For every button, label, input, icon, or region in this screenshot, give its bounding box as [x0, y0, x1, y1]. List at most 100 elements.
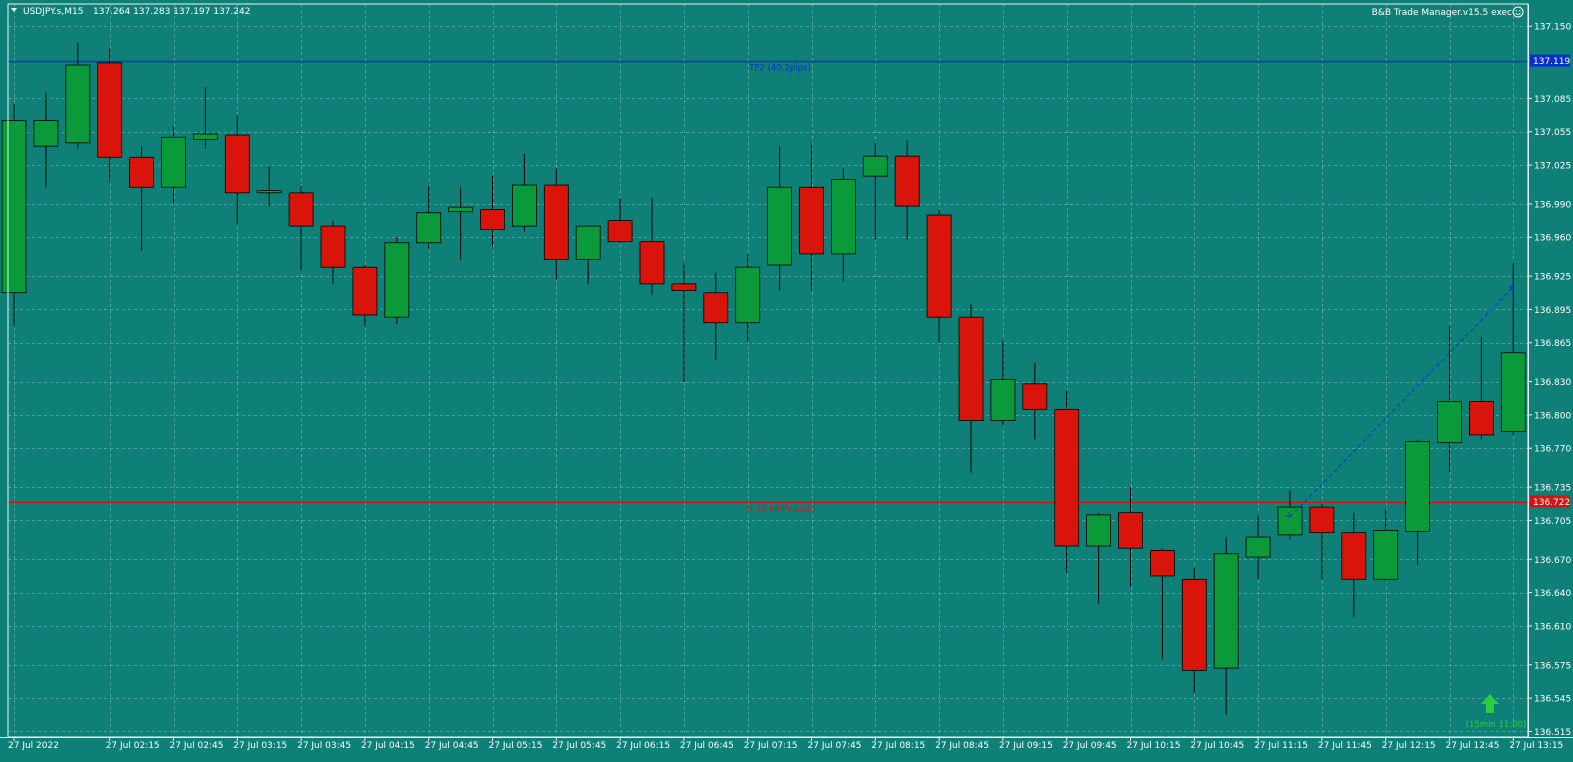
candle-body [894, 155, 920, 207]
price-tick-label: 136.545 [1534, 695, 1571, 705]
price-tick-label: 136.990 [1534, 200, 1571, 210]
time-tick-label: 27 Jul 07:15 [744, 741, 798, 751]
candle [384, 237, 410, 324]
price-tag-label: 137.119 [1533, 57, 1570, 67]
candle-body [543, 184, 569, 260]
time-tick-label: 27 Jul 04:45 [425, 741, 479, 751]
time-tick-label: 27 Jul 06:45 [680, 741, 734, 751]
candle-body [1, 120, 27, 294]
price-tick-label: 137.025 [1534, 162, 1571, 172]
time-tick-label: 27 Jul 07:45 [808, 741, 862, 751]
candle-body [320, 225, 346, 268]
candle-body [1022, 383, 1048, 410]
candle-body [161, 136, 186, 188]
candle-body [735, 266, 761, 324]
candle [1, 103, 27, 327]
time-tick-label: 27 Jul 12:45 [1446, 741, 1500, 751]
candle-body [97, 62, 123, 158]
candle-body [862, 155, 888, 177]
price-tick-label: 136.735 [1534, 484, 1571, 494]
time-tick-label: 27 Jul 06:15 [616, 741, 670, 751]
price-tick-label: 136.865 [1534, 339, 1571, 349]
price-tick-label: 137.085 [1534, 95, 1571, 105]
candle-body [33, 120, 59, 147]
time-tick-label: 27 Jul 08:15 [871, 741, 925, 751]
candle-body [1405, 441, 1430, 532]
time-tick-label: 27 Jul 03:45 [297, 741, 351, 751]
candle [1054, 390, 1080, 573]
price-tick-label: 136.925 [1534, 273, 1571, 283]
candle-body [288, 192, 314, 227]
candle-body [1341, 532, 1367, 580]
candle-body [352, 266, 378, 316]
signal-label: (15min 11:00) [1466, 720, 1527, 730]
tp-level-label: TP2 (40.2pips) [748, 64, 811, 74]
candle-body [1245, 536, 1271, 558]
chart-background [0, 0, 1573, 762]
candle-body [65, 64, 91, 144]
candle-body [192, 133, 218, 140]
candle-body [639, 241, 665, 285]
time-tick-label: 27 Jul 11:15 [1254, 741, 1308, 751]
candle-body [990, 378, 1016, 421]
candle-body [831, 179, 856, 255]
candle-body [799, 186, 824, 255]
candle-body [575, 225, 601, 260]
candle-body [129, 156, 155, 188]
candle-body [224, 134, 250, 194]
candle-body [1213, 553, 1239, 669]
price-tick-label: 136.705 [1534, 517, 1571, 527]
candle-body [1150, 550, 1175, 577]
time-tick-label: 27 Jul 2022 [8, 741, 59, 751]
time-tick-label: 27 Jul 02:15 [106, 741, 160, 751]
price-chart[interactable]: TP2 (40.2pips) SL (0.6PIPs pips) USDJPY.s… [0, 0, 1573, 762]
time-tick-label: 27 Jul 03:15 [233, 741, 287, 751]
candle-body [671, 283, 697, 291]
time-tick-label: 27 Jul 05:45 [552, 741, 606, 751]
candle-body [480, 209, 505, 230]
price-tick-label: 136.610 [1534, 622, 1571, 632]
candle-body [1054, 408, 1080, 547]
candle-body [1373, 530, 1399, 580]
candle-body [1437, 401, 1462, 444]
time-tick-label: 27 Jul 04:15 [361, 741, 415, 751]
ohlc-values: 137.264 137.283 137.197 137.242 [93, 7, 250, 17]
candle-body [1500, 352, 1526, 432]
candle-body [1309, 506, 1335, 534]
candle-body [767, 186, 792, 266]
price-tick-label: 137.055 [1534, 128, 1571, 138]
expert-label[interactable]: B&B Trade Manager.v15.5 exec [1372, 8, 1512, 18]
symbol-label[interactable]: USDJPY.s,M15 [23, 7, 83, 17]
price-tick-label: 136.575 [1534, 661, 1571, 671]
price-tick-label: 136.770 [1534, 445, 1571, 455]
time-tick-label: 27 Jul 10:45 [1190, 741, 1244, 751]
candle-body [607, 220, 633, 243]
price-tick-label: 136.640 [1534, 589, 1571, 599]
price-axis: 137.150 137.119 137.085 137.055 137.025 136.9… [1528, 23, 1571, 738]
time-tick-label: 27 Jul 12:15 [1382, 741, 1436, 751]
sl-level-label: SL (0.6PIPs pips) [745, 505, 815, 515]
time-tick-label: 27 Jul 09:15 [999, 741, 1053, 751]
candle-body [1469, 401, 1494, 436]
price-tick-label: 136.895 [1534, 306, 1571, 316]
time-tick-label: 27 Jul 05:15 [489, 741, 543, 751]
time-tick-label: 27 Jul 11:45 [1318, 741, 1372, 751]
candle-body [256, 190, 282, 194]
price-tick-label: 136.830 [1534, 378, 1571, 388]
time-tick-label: 27 Jul 10:15 [1127, 741, 1181, 751]
time-tick-label: 27 Jul 09:45 [1063, 741, 1117, 751]
price-tick-label: 136.800 [1534, 411, 1571, 421]
time-tick-label: 27 Jul 08:45 [935, 741, 989, 751]
price-tick-label: 137.150 [1534, 23, 1571, 33]
candle-body [1181, 578, 1207, 671]
candle-body [1118, 512, 1143, 549]
candle-body [703, 292, 729, 324]
candle-body [926, 214, 952, 318]
candle-body [416, 212, 442, 244]
price-tick-label: 136.670 [1534, 556, 1571, 566]
candle-body [512, 184, 537, 227]
candle-body [958, 316, 984, 421]
time-tick-label: 27 Jul 13:15 [1509, 741, 1563, 751]
candle-body [448, 206, 474, 213]
price-tick-label: 136.515 [1534, 728, 1571, 738]
